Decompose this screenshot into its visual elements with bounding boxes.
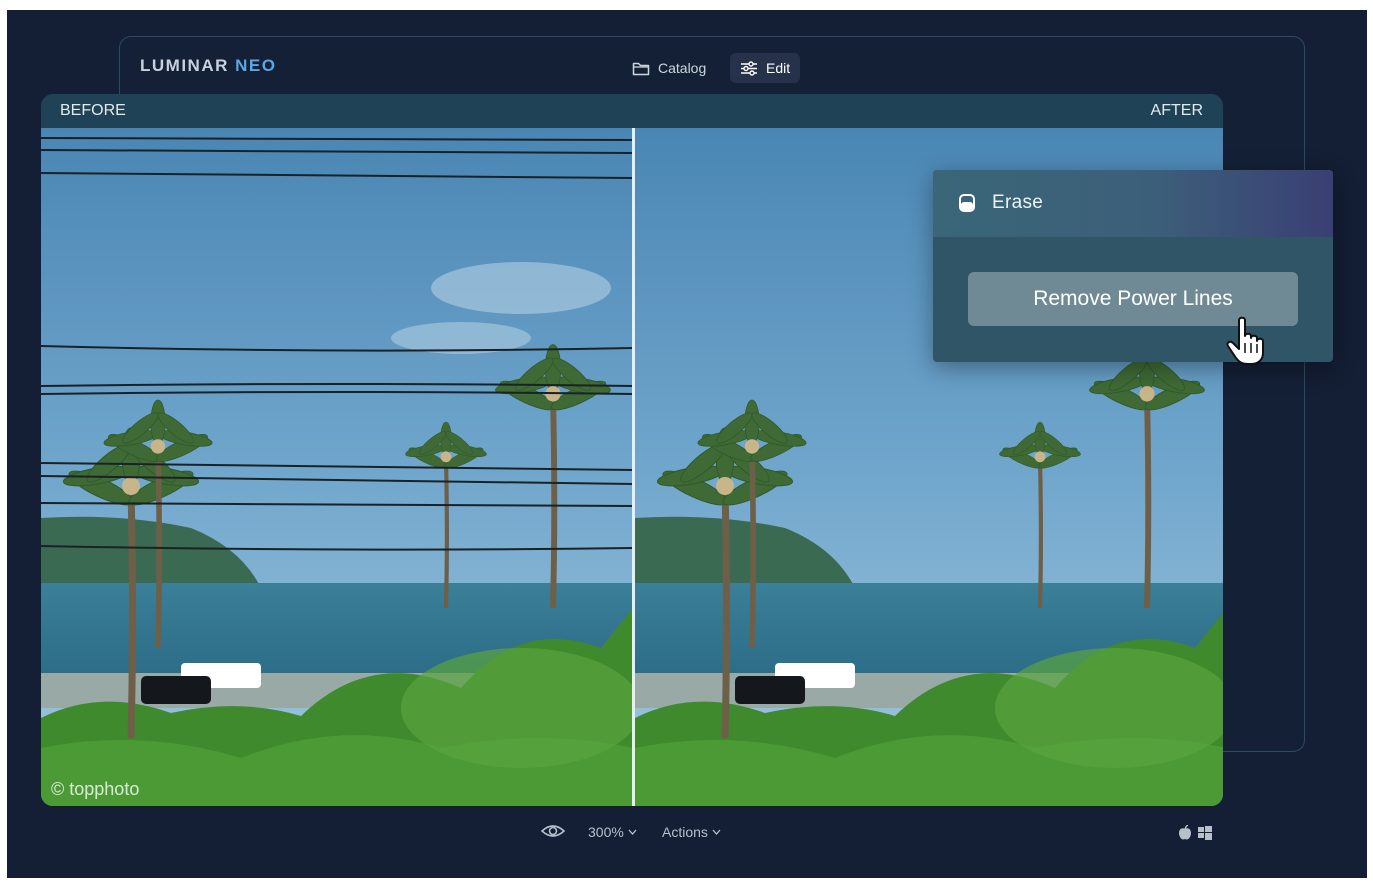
- hand-cursor-icon: [1226, 316, 1264, 365]
- erase-title: Erase: [992, 192, 1044, 213]
- eye-icon: [541, 825, 565, 837]
- zoom-dropdown[interactable]: 300%: [588, 824, 637, 840]
- erase-panel-header[interactable]: Erase: [933, 170, 1333, 237]
- before-label: BEFORE: [60, 102, 126, 119]
- after-label: AFTER: [1150, 102, 1203, 119]
- brand-accent: NEO: [235, 56, 277, 75]
- tab-catalog[interactable]: Catalog: [622, 53, 716, 83]
- brand-name: LUMINAR: [140, 56, 229, 75]
- windows-icon: [1198, 826, 1212, 840]
- erase-icon: [959, 194, 975, 212]
- platform-icons: [1178, 825, 1212, 841]
- tab-edit-label: Edit: [766, 60, 791, 76]
- brand-logo: LUMINAR NEO: [140, 56, 276, 76]
- preview-toggle[interactable]: [541, 822, 565, 840]
- watermark: © topphoto: [51, 779, 140, 799]
- folder-icon: [632, 62, 650, 75]
- chevron-down-icon: [628, 829, 637, 835]
- sliders-icon: [741, 60, 757, 76]
- compare-header: BEFORE AFTER: [41, 94, 1223, 128]
- actions-dropdown[interactable]: Actions: [662, 824, 721, 840]
- apple-icon: [1179, 825, 1191, 840]
- actions-label: Actions: [662, 824, 708, 840]
- tab-catalog-label: Catalog: [658, 60, 707, 76]
- tab-edit[interactable]: Edit: [730, 53, 801, 83]
- erase-panel: Erase Remove Power Lines: [933, 170, 1333, 362]
- chevron-down-icon: [712, 829, 721, 835]
- zoom-value: 300%: [588, 824, 624, 840]
- bottom-toolbar: 300% Actions: [0, 820, 1373, 848]
